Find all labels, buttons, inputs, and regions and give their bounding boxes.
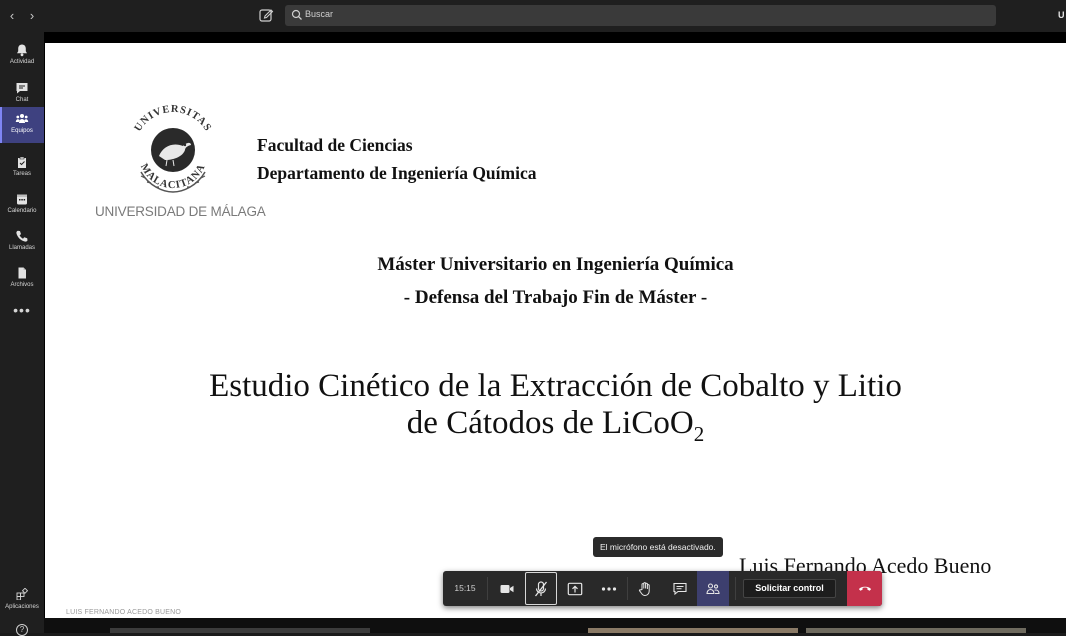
request-control-button[interactable]: Solicitar control <box>743 579 836 598</box>
shared-screen-stage: UNIVERSITAS MALACITANA UNIVERSIDAD DE MÁ… <box>44 32 1066 633</box>
participants-button[interactable] <box>697 571 729 606</box>
app-rail: Actividad Chat Equipos Tareas Calendario… <box>0 32 44 633</box>
more-apps-icon[interactable]: ••• <box>0 302 44 318</box>
title-bar: ‹ › Buscar U <box>0 0 1066 32</box>
divider <box>627 577 628 600</box>
more-icon <box>601 586 617 591</box>
camera-button[interactable] <box>491 571 523 606</box>
rail-item-label: Actividad <box>9 59 35 65</box>
thesis-title-line1: Estudio Cinético de la Extracción de Cob… <box>209 368 902 404</box>
participant-thumbnail <box>806 628 1026 633</box>
apps-icon <box>16 588 28 600</box>
chat-icon <box>16 83 28 94</box>
rail-item-llamadas[interactable]: Llamadas <box>0 224 44 260</box>
rail-item-label: Tareas <box>12 171 31 177</box>
rail-item-equipos[interactable]: Equipos <box>0 107 44 143</box>
chevron-right-icon[interactable]: › <box>25 8 39 24</box>
faculty-name: Facultad de Ciencias <box>257 135 413 155</box>
tasks-icon <box>18 156 26 168</box>
call-duration: 15:15 <box>454 583 476 593</box>
presentation-slide: UNIVERSITAS MALACITANA UNIVERSIDAD DE MÁ… <box>45 43 1066 620</box>
rail-item-label: Llamadas <box>8 245 35 251</box>
university-seal-logo: UNIVERSITAS MALACITANA <box>133 104 212 193</box>
search-placeholder: Buscar <box>305 9 334 19</box>
rail-item-actividad[interactable]: Actividad <box>0 38 44 74</box>
bell-icon <box>17 44 27 57</box>
search-icon <box>291 9 302 20</box>
raise-hand-icon <box>638 581 650 596</box>
help-icon[interactable]: ? <box>16 624 28 636</box>
user-avatar[interactable]: U <box>1058 10 1065 20</box>
share-screen-icon <box>567 582 583 595</box>
rail-item-label: Calendario <box>7 208 37 214</box>
hang-up-button[interactable] <box>847 571 882 606</box>
compose-icon[interactable] <box>258 7 274 23</box>
department-name: Departamento de Ingeniería Química <box>257 163 537 183</box>
rail-item-archivos[interactable]: Archivos <box>0 261 44 297</box>
calendar-icon <box>17 194 27 205</box>
search-input[interactable]: Buscar <box>285 5 996 26</box>
rail-item-label: Archivos <box>10 282 34 288</box>
participant-thumbnail <box>588 628 798 633</box>
chat-icon <box>673 582 687 595</box>
thesis-title-text: de Cátodos de LiCoO <box>406 405 694 441</box>
formula-subscript: 2 <box>693 422 705 446</box>
divider <box>487 577 488 600</box>
rail-item-label: Chat <box>15 97 29 103</box>
participants-icon <box>706 582 720 594</box>
files-icon <box>18 267 26 279</box>
divider <box>735 577 736 600</box>
raise-hand-button[interactable] <box>629 571 661 606</box>
defense-subtitle: - Defensa del Trabajo Fin de Máster - <box>403 287 708 308</box>
teams-icon <box>15 114 29 123</box>
hang-up-icon <box>859 586 871 591</box>
rail-item-label: Aplicaciones <box>5 604 39 610</box>
master-program: Máster Universitario en Ingeniería Quími… <box>377 254 734 275</box>
mic-muted-tooltip: El micrófono está desactivado. <box>593 537 723 557</box>
thesis-title-line2: de Cátodos de LiCoO2 <box>45 405 1066 445</box>
rail-item-label: Equipos <box>11 128 33 134</box>
share-screen-button[interactable] <box>559 571 591 606</box>
camera-icon <box>500 584 514 593</box>
chevron-left-icon[interactable]: ‹ <box>5 8 19 24</box>
rail-item-calendario[interactable]: Calendario <box>0 187 44 223</box>
call-controls-bar: 15:15 Solicitar control <box>443 571 882 606</box>
mic-off-icon <box>534 580 548 596</box>
phone-icon <box>16 230 28 242</box>
mute-button[interactable] <box>525 572 557 605</box>
more-actions-button[interactable] <box>593 571 625 606</box>
participant-thumbnail <box>110 628 370 633</box>
faculty-heading: Facultad de Ciencias Departamento de Ing… <box>257 131 536 187</box>
university-name: UNIVERSIDAD DE MÁLAGA <box>95 204 266 219</box>
presenter-label: LUIS FERNANDO ACEDO BUENO <box>66 609 182 616</box>
chat-toggle-button[interactable] <box>664 571 696 606</box>
rail-item-tareas[interactable]: Tareas <box>0 150 44 186</box>
